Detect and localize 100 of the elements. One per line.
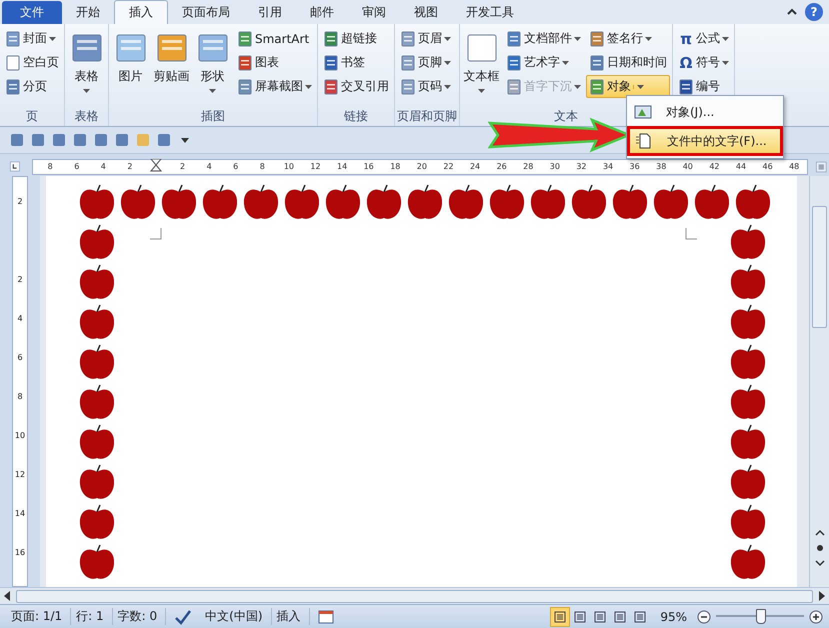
group-label: 文本 [554, 109, 578, 124]
tab-selector-icon[interactable] [10, 159, 20, 174]
ribbon-button[interactable]: 书签 [320, 51, 392, 74]
ruler-number: 6 [232, 162, 240, 172]
margin-mark [150, 228, 162, 240]
ribbon-button[interactable]: 艺术字 [503, 51, 584, 74]
ribbon-button[interactable]: 超链接 [320, 27, 392, 50]
language-status[interactable]: 中文(中国) [200, 608, 272, 626]
status-text[interactable]: 页面: 1/1 [6, 608, 72, 626]
scroll-right-icon[interactable] [817, 591, 825, 602]
group-label: 插图 [201, 109, 225, 124]
ribbon-button[interactable]: 页眉 [397, 27, 454, 50]
ruler-number: 26 [496, 162, 508, 172]
caret-icon [444, 60, 451, 64]
collapse-ribbon-icon[interactable] [787, 8, 797, 16]
horizontal-scrollbar[interactable] [0, 587, 829, 604]
page-view-icon [634, 610, 646, 623]
ribbon-tab[interactable]: 开发工具 [452, 1, 528, 24]
ribbon-button[interactable]: 图片 [111, 27, 150, 108]
ribbon-tab[interactable]: 邮件 [296, 1, 348, 24]
status-text[interactable]: 行: 1 [71, 608, 113, 626]
caret-icon [49, 36, 56, 40]
scroll-left-icon[interactable] [4, 591, 12, 602]
caret-icon [574, 36, 581, 40]
ruler-number: 2 [17, 196, 23, 208]
ribbon-button[interactable]: 文本框 [462, 27, 501, 108]
ruler-number: 2 [17, 274, 23, 286]
menu-item[interactable]: 文件中的文字(F)... [627, 126, 783, 156]
ruler-number: 8 [17, 391, 23, 404]
ruler-number: 38 [655, 162, 668, 172]
page-view-icon [554, 610, 566, 623]
ribbon-button[interactable]: 编号 [675, 75, 732, 98]
ruler-number: 2 [126, 162, 134, 172]
ribbon-button[interactable]: 分页 [2, 75, 62, 98]
group-label: 页 [26, 109, 38, 124]
ribbon-button[interactable]: π 公式 [675, 27, 732, 50]
ribbon-button[interactable]: 图表 [234, 51, 315, 74]
group-label: 页眉和页脚 [397, 109, 457, 124]
ruler-number: 18 [389, 162, 402, 172]
ribbon-button[interactable]: 对象 [586, 75, 670, 98]
caret-icon [444, 36, 451, 40]
ribbon-button[interactable]: 日期和时间 [586, 51, 670, 74]
caret-icon [83, 89, 90, 93]
ribbon-button[interactable]: 形状 [193, 27, 232, 108]
ruler-number: 16 [14, 547, 26, 560]
scroll-thumb[interactable] [812, 206, 827, 328]
page-view-icon [574, 610, 586, 623]
ruler-number: 46 [762, 162, 774, 172]
page-icon [5, 30, 21, 46]
ribbon-button[interactable]: 表格 [67, 27, 106, 108]
ribbon-button[interactable]: 封面 [2, 27, 62, 50]
ribbon-button[interactable]: 文档部件 [503, 27, 584, 50]
ribbon-button[interactable]: 屏幕截图 [234, 75, 315, 98]
view-mode-button[interactable] [550, 606, 570, 627]
group-label: 表格 [74, 109, 98, 124]
help-button[interactable]: ? [805, 3, 823, 21]
ruler-number: 24 [468, 162, 482, 172]
zoom-out-icon[interactable] [697, 610, 711, 624]
ribbon-button[interactable]: 空白页 [2, 51, 62, 74]
ruler-number: 36 [628, 162, 641, 172]
caret-icon [633, 84, 644, 88]
ribbon-button[interactable]: Ω 符号 [675, 51, 732, 74]
ruler-number: 34 [602, 162, 614, 172]
ribbon-button[interactable]: 剪贴画 [152, 27, 191, 108]
macro-record-icon[interactable] [318, 610, 334, 624]
symbol-glyph: Ω [678, 54, 694, 70]
ribbon-tab[interactable]: 视图 [400, 1, 452, 24]
vertical-scrollbar[interactable] [809, 176, 829, 588]
ribbon-button[interactable]: 交叉引用 [320, 75, 392, 98]
ruler-number: 22 [442, 162, 455, 172]
ruler-number: 4 [206, 162, 213, 172]
caret-icon [209, 89, 216, 93]
ruler-number: 6 [17, 352, 23, 364]
insert-mode-status[interactable]: 插入 [272, 608, 310, 626]
proofing-check-icon[interactable] [174, 608, 192, 625]
ribbon-tab[interactable]: 引用 [244, 1, 296, 24]
ribbon-tab[interactable]: 文件 [2, 1, 62, 24]
ribbon-button[interactable]: 签名行 [586, 27, 670, 50]
scroll-thumb[interactable] [16, 590, 813, 603]
ruler-number: 44 [734, 162, 748, 172]
zoom-in-icon[interactable] [809, 610, 823, 624]
ruler-number: 12 [14, 469, 26, 482]
menu-item[interactable]: 对象(J)... [627, 98, 783, 126]
zoom-level[interactable]: 95% [660, 610, 687, 624]
ruler-number: 2 [178, 162, 186, 172]
ribbon-tab[interactable]: 页面布局 [168, 1, 244, 24]
ribbon-button[interactable]: 页脚 [397, 51, 454, 74]
slider-thumb[interactable] [756, 609, 766, 624]
ruler-number: 14 [14, 508, 26, 520]
ribbon-tab[interactable]: 开始 [62, 1, 114, 24]
margin-mark [685, 228, 697, 240]
ruler-number: 8 [46, 162, 54, 172]
ribbon-button[interactable]: 页码 [397, 75, 454, 98]
status-text[interactable]: 字数: 0 [112, 608, 166, 626]
ruler-number: 8 [258, 162, 266, 172]
ribbon-button[interactable]: SmartArt [234, 27, 315, 50]
browse-object-icon[interactable] [814, 543, 824, 554]
ruler-number: 16 [362, 162, 375, 172]
ribbon-tab[interactable]: 插入 [114, 0, 168, 24]
ribbon-tab[interactable]: 审阅 [348, 1, 400, 24]
